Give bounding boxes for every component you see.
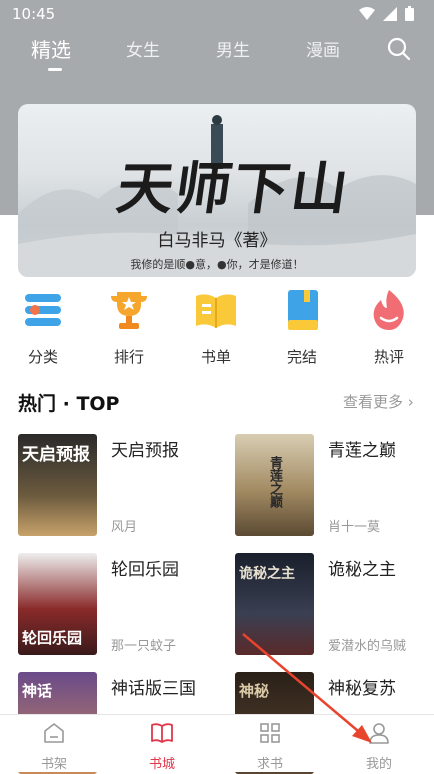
book-item[interactable]: 诡秘之主 诡秘之主 爱潜水的乌贼 <box>235 553 434 655</box>
see-more-link[interactable]: 查看更多 › <box>343 391 414 412</box>
book-cover: 轮回乐园 <box>18 553 97 655</box>
battery-icon <box>405 6 414 21</box>
book-item[interactable]: 天启预报 天启预报 风月 <box>18 434 218 536</box>
nav-bookstore[interactable]: 书城 <box>132 721 192 772</box>
top-tabs: 精选 女生 男生 漫画 <box>0 30 434 82</box>
category-label: 热评 <box>373 348 404 366</box>
category-booklist[interactable]: 书单 <box>186 288 246 367</box>
status-icons <box>359 6 414 21</box>
book-author: 肖十一莫 <box>328 520 381 535</box>
profile-icon <box>369 723 389 744</box>
finished-book-icon <box>288 290 318 330</box>
bookshelf-icon <box>44 723 64 743</box>
book-title: 天启预报 <box>111 441 179 461</box>
nav-request-book[interactable]: 求书 <box>240 721 300 772</box>
nav-bookshelf[interactable]: 书架 <box>24 721 84 772</box>
book-author: 风月 <box>111 520 138 535</box>
book-title: 神话版三国 <box>111 679 196 699</box>
featured-banner[interactable]: 天师下山 白马非马《著》 我修的是顺●意，●你，才是修道！ <box>18 104 416 277</box>
book-author: 爱潜水的乌贼 <box>328 639 407 654</box>
book-cover: 天启预报 <box>18 434 97 536</box>
book-title: 青莲之巅 <box>328 441 396 461</box>
category-label: 完结 <box>286 348 317 366</box>
category-ranking[interactable]: 排行 <box>99 288 159 367</box>
book-cover: 青莲之巅 <box>235 434 314 536</box>
category-label: 排行 <box>113 348 144 366</box>
banner-author: 白马非马《著》 <box>157 231 277 251</box>
nav-label: 书架 <box>40 757 67 772</box>
nav-label: 我的 <box>365 757 392 772</box>
tab-male[interactable]: 男生 <box>216 36 250 61</box>
nav-label: 求书 <box>256 757 283 772</box>
bookstore-icon <box>151 723 173 743</box>
book-cover: 诡秘之主 <box>235 553 314 655</box>
book-item[interactable]: 青莲之巅 青莲之巅 肖十一莫 <box>235 434 434 536</box>
tab-featured[interactable]: 精选 <box>31 34 71 63</box>
tab-indicator <box>48 68 62 71</box>
chevron-right-icon: › <box>407 393 414 411</box>
category-row: 分类 排行 书单 完结 热评 <box>0 288 434 368</box>
trophy-icon <box>111 292 147 329</box>
book-author: 那一只蚊子 <box>111 639 177 654</box>
signal-icon <box>383 6 397 21</box>
nav-label: 书城 <box>148 757 175 772</box>
section-title: 热门 · TOP <box>18 393 120 415</box>
category-hot-reviews[interactable]: 热评 <box>359 288 419 367</box>
book-item[interactable]: 轮回乐园 轮回乐园 那一只蚊子 <box>18 553 218 655</box>
category-label: 书单 <box>200 348 231 366</box>
banner-tagline: 我修的是顺●意，●你，才是修道！ <box>130 258 304 271</box>
list-icon <box>25 294 61 326</box>
grid-icon <box>260 723 280 743</box>
status-time: 10:45 <box>12 5 56 23</box>
see-more-label: 查看更多 <box>343 393 404 411</box>
banner-title: 天师下山 <box>112 156 355 222</box>
nav-profile[interactable]: 我的 <box>349 721 409 772</box>
tab-comics[interactable]: 漫画 <box>306 36 340 61</box>
category-finished[interactable]: 完结 <box>272 288 332 367</box>
flame-icon <box>373 290 404 330</box>
book-title: 神秘复苏 <box>328 679 396 699</box>
wifi-icon <box>359 6 375 20</box>
book-title: 轮回乐园 <box>111 560 179 580</box>
search-icon[interactable] <box>386 36 412 62</box>
bottom-nav: 书架 书城 求书 我的 <box>0 714 434 772</box>
category-classify[interactable]: 分类 <box>13 288 73 367</box>
status-bar: 10:45 <box>0 0 434 28</box>
book-list-icon <box>196 294 236 328</box>
tab-female[interactable]: 女生 <box>126 36 160 61</box>
book-title: 诡秘之主 <box>328 560 396 580</box>
category-label: 分类 <box>27 348 58 366</box>
